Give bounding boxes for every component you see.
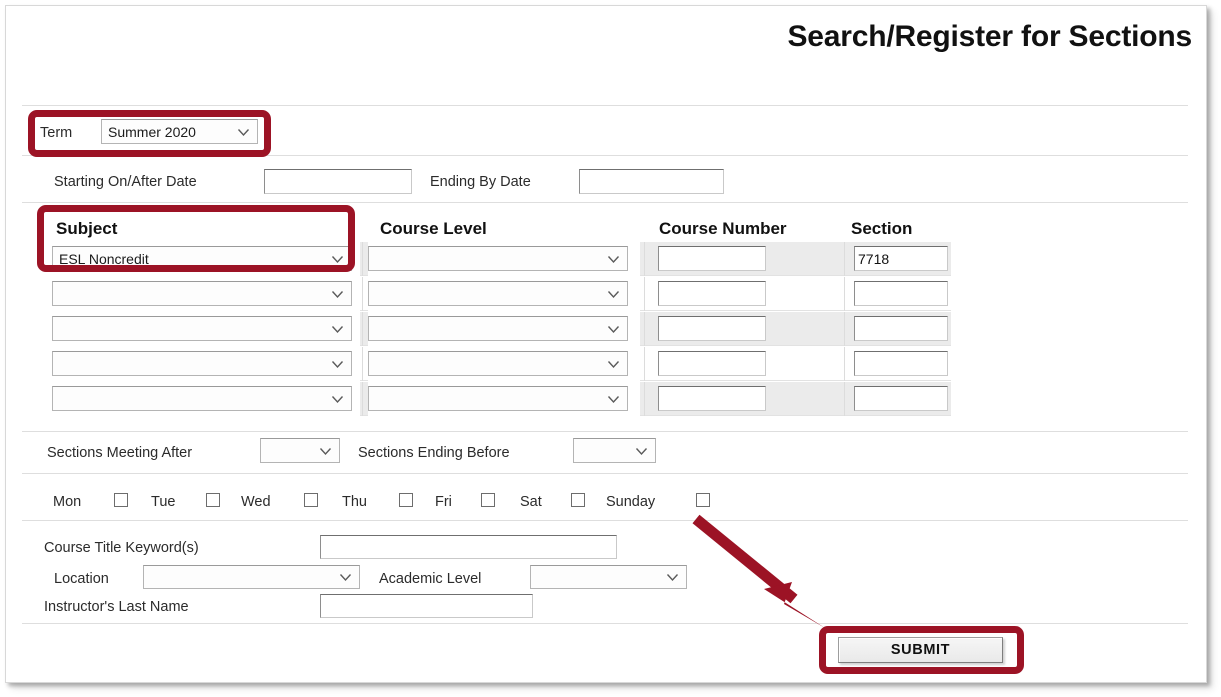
subject-criteria-grid: ESL Noncredit [46,242,951,416]
subject-select-row-2[interactable] [52,281,352,306]
course-level-select-row-2[interactable] [368,281,628,306]
submit-button[interactable]: SUBMIT [838,637,1003,663]
chevron-down-icon [319,444,332,457]
subject-select-row-4[interactable] [52,351,352,376]
academic-level-label: Academic Level [379,571,482,587]
divider-above-term [22,105,1188,106]
chevron-down-icon [331,357,344,370]
chevron-down-icon [339,571,352,584]
course-number-input-row-3[interactable] [658,316,766,341]
search-register-window: Search/Register for Sections Term Summer… [5,5,1207,683]
chevron-down-icon [331,252,344,265]
chevron-down-icon [607,322,620,335]
day-label-thu: Thu [342,494,367,510]
divider-above-meeting-times [22,431,1188,432]
course-level-select-row-4[interactable] [368,351,628,376]
chevron-down-icon [331,287,344,300]
divider-below-term [22,155,1188,156]
term-select-value: Summer 2020 [108,123,196,140]
section-input-row-1[interactable] [854,246,948,271]
term-label: Term [40,125,73,141]
table-row [46,347,951,381]
divider-below-dates [22,202,1188,203]
instructor-last-name-label: Instructor's Last Name [44,599,189,615]
sections-ending-before-select[interactable] [573,438,656,463]
sections-ending-before-label: Sections Ending Before [358,445,510,461]
course-title-keywords-input[interactable] [320,535,617,559]
starting-date-label: Starting On/After Date [54,174,197,190]
section-input-row-5[interactable] [854,386,948,411]
sections-meeting-after-label: Sections Meeting After [47,445,193,461]
day-checkbox-mon[interactable] [114,493,128,507]
course-level-select-row-3[interactable] [368,316,628,341]
term-select[interactable]: Summer 2020 [101,119,258,144]
day-label-tue: Tue [151,494,176,510]
day-label-wed: Wed [241,494,271,510]
chevron-down-icon [635,444,648,457]
chevron-down-icon [666,571,679,584]
day-checkbox-sunday[interactable] [696,493,710,507]
header-section: Section [851,219,913,238]
subject-select-row-5[interactable] [52,386,352,411]
page-title: Search/Register for Sections [787,20,1192,53]
academic-level-select[interactable] [530,565,687,589]
header-course-number: Course Number [659,219,787,238]
chevron-down-icon [237,125,250,138]
day-label-sunday: Sunday [606,494,656,510]
subject-select-row-1[interactable]: ESL Noncredit [52,246,352,271]
annotation-arrow-icon [686,511,846,636]
starting-date-input[interactable] [264,169,412,194]
header-course-level: Course Level [380,219,487,238]
subject-select-row-1-value: ESL Noncredit [59,250,149,267]
day-checkbox-thu[interactable] [399,493,413,507]
table-row [46,312,951,346]
course-title-keywords-label: Course Title Keyword(s) [44,540,199,556]
header-subject: Subject [56,219,118,238]
chevron-down-icon [607,287,620,300]
subject-select-row-3[interactable] [52,316,352,341]
chevron-down-icon [331,392,344,405]
course-number-input-row-2[interactable] [658,281,766,306]
section-input-row-4[interactable] [854,351,948,376]
chevron-down-icon [607,357,620,370]
sections-meeting-after-select[interactable] [260,438,340,463]
chevron-down-icon [607,252,620,265]
day-label-sat: Sat [520,494,542,510]
location-label: Location [54,571,109,587]
chevron-down-icon [331,322,344,335]
location-select[interactable] [143,565,360,589]
course-level-select-row-1[interactable] [368,246,628,271]
day-checkbox-wed[interactable] [304,493,318,507]
instructor-last-name-input[interactable] [320,594,533,618]
ending-date-label: Ending By Date [430,174,531,190]
section-input-row-3[interactable] [854,316,948,341]
course-number-input-row-1[interactable] [658,246,766,271]
table-row: ESL Noncredit [46,242,951,276]
divider-above-extra-filters [22,520,1188,521]
day-checkbox-tue[interactable] [206,493,220,507]
day-checkbox-sat[interactable] [571,493,585,507]
table-row [46,382,951,416]
day-label-fri: Fri [435,494,452,510]
table-row [46,277,951,311]
divider-above-days [22,473,1188,474]
day-label-mon: Mon [53,494,82,510]
ending-date-input[interactable] [579,169,724,194]
course-number-input-row-5[interactable] [658,386,766,411]
section-input-row-2[interactable] [854,281,948,306]
day-checkbox-fri[interactable] [481,493,495,507]
chevron-down-icon [607,392,620,405]
course-level-select-row-5[interactable] [368,386,628,411]
divider-above-submit [22,623,1188,624]
course-number-input-row-4[interactable] [658,351,766,376]
